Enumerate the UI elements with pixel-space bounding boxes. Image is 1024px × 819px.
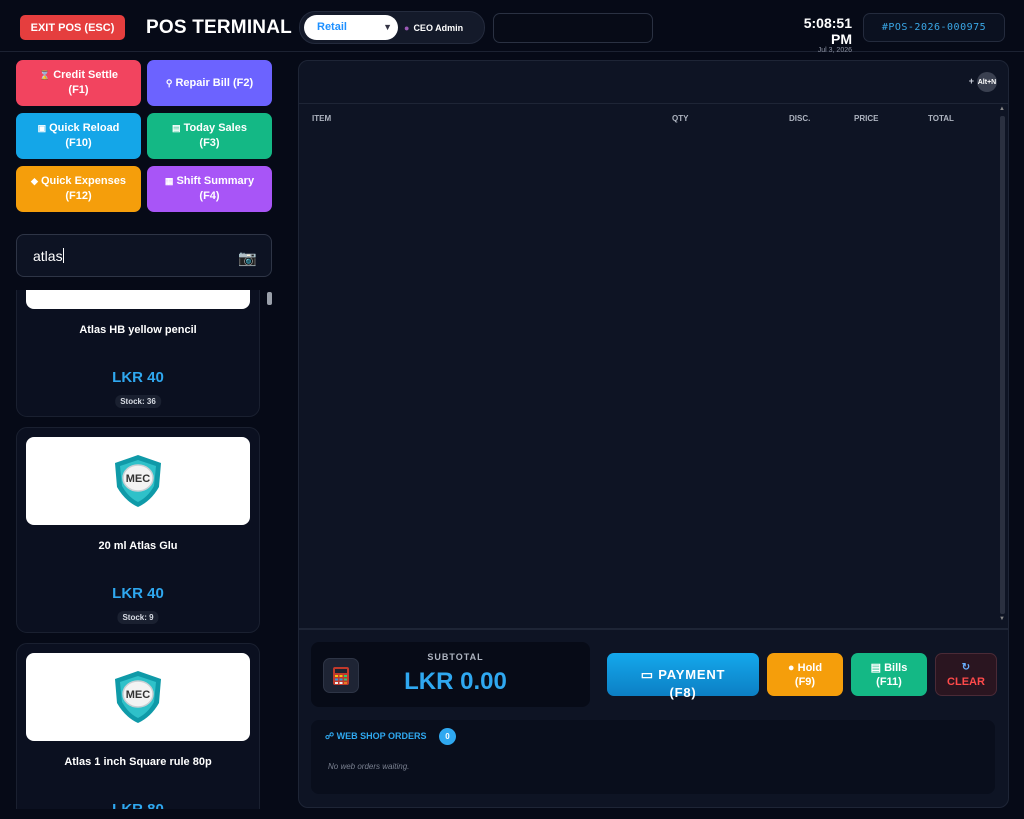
user-name: CEO Admin [413,22,464,33]
user-chip[interactable]: ● CEO Admin [404,18,463,37]
product-price: LKR 80 [17,801,259,809]
exit-pos-button[interactable]: EXIT POS (ESC) [20,15,125,40]
quick-expenses-label: Quick Expenses [40,175,126,187]
bills-icon: ▤ [870,661,882,674]
hold-icon: ● [787,661,795,674]
cart-icon: ☍ [325,731,335,741]
shift-summary-key: (F4) [199,190,220,202]
top-bar: EXIT POS (ESC) POS TERMINAL Retail ▼ ● C… [0,0,1024,54]
scroll-down-icon[interactable]: ▼ [999,616,1005,622]
product-price: LKR 40 [112,585,164,602]
credit-settle-key: (F1) [68,84,89,96]
scroll-up-icon[interactable]: ▲ [999,106,1005,112]
product-stock-badge: Stock: 36 [115,395,161,408]
product-name: Atlas HB yellow pencil [79,324,197,336]
column-header-disc: DISC. [789,114,811,123]
clipboard-icon: ▦ [164,176,174,186]
cart-panel: + Alt+N ITEM QTY DISC. PRICE TOTAL [298,60,1009,629]
money-icon: ◆ [31,176,38,186]
quick-expenses-button[interactable]: ◆ Quick Expenses (F12) [16,166,141,212]
text-caret [62,248,64,263]
credit-settle-label: Credit Settle [53,69,118,81]
cart-scrollbar[interactable]: ▲ ▼ [997,104,1008,626]
hourglass-icon: ⌛ [38,70,51,80]
clear-label: CLEAR [947,675,985,688]
product-card[interactable]: Atlas HB yellow pencil LKR 40 Stock: 36 [16,290,260,417]
column-header-total: TOTAL [928,114,954,123]
today-sales-key: (F3) [199,137,220,149]
web-shop-orders-panel: ☍ WEB SHOP ORDERS 0 No web orders waitin… [311,720,995,794]
today-sales-button[interactable]: ▤ Today Sales (F3) [147,113,272,159]
repair-bill-button[interactable]: ⚲ Repair Bill (F2) [147,60,272,106]
product-list: Atlas HB yellow pencil LKR 40 Stock: 36 … [16,290,273,809]
clear-button[interactable]: ↻ CLEAR [935,653,997,696]
bills-label: Bills [884,661,908,674]
product-image: MEC [26,437,250,525]
chevron-down-icon: ▼ [383,22,392,32]
chart-icon: ▤ [172,123,181,133]
web-orders-label: WEB SHOP ORDERS [336,731,427,741]
product-search-input[interactable]: atlas 📷 [16,234,272,277]
product-name: Atlas 1 inch Square rule 80p [64,756,212,768]
web-orders-count-badge: 0 [439,728,456,745]
payment-button[interactable]: ▭ PAYMENT (F8) [607,653,759,700]
product-price: LKR 40 [112,369,164,386]
clock-date: Jul 3, 2026 [817,47,852,54]
mode-user-group: Retail ▼ ● CEO Admin [299,11,485,44]
quick-reload-label: Quick Reload [49,122,120,134]
product-list-scrollbar[interactable] [267,292,272,305]
quick-expenses-key: (F12) [65,190,92,202]
product-card[interactable]: MEC Atlas 1 inch Square rule 80p LKR 80 [16,643,260,809]
hold-button[interactable]: ● Hold (F9) [767,653,843,696]
add-item-plus: + [968,76,974,86]
product-image [26,290,250,309]
hold-label: Hold [797,661,823,674]
refresh-icon: ↻ [961,661,971,673]
column-header-price: PRICE [854,114,879,123]
wrench-icon: ⚲ [165,77,173,88]
quick-reload-key: (F10) [65,137,92,149]
clock: 5:08:51 PM Jul 3, 2026 [779,15,852,54]
shift-summary-button[interactable]: ▦ Shift Summary (F4) [147,166,272,212]
mode-select-value: Retail [317,21,347,33]
bills-button[interactable]: ▤ Bills (F11) [851,653,927,696]
page-title: POS TERMINAL [146,17,292,38]
shift-summary-label: Shift Summary [176,175,255,187]
quick-reload-button[interactable]: ▣ Quick Reload (F10) [16,113,141,159]
clock-time: 5:08:51 PM [803,15,852,47]
subtotal-value: LKR 0.00 [404,668,507,695]
subtotal-box: SUBTOTAL LKR 0.00 [311,642,590,707]
scrollbar-track[interactable] [1000,116,1005,614]
camera-icon[interactable]: 📷 [238,249,257,267]
product-stock-badge: Stock: 9 [117,611,159,624]
add-item-button[interactable]: Alt+N [977,72,997,92]
product-image: MEC [26,653,250,741]
card-icon: ▭ [640,667,654,682]
search-value: atlas [33,248,63,264]
bills-key: (F11) [876,675,902,688]
column-header-qty: QTY [672,114,689,123]
payment-label: PAYMENT [658,667,726,682]
product-card[interactable]: MEC 20 ml Atlas Glu LKR 40 Stock: 9 [16,427,260,633]
mec-logo-text: MEC [126,473,151,485]
product-name: 20 ml Atlas Glu [98,540,178,552]
invoice-number: #POS-2026-000975 [863,13,1005,42]
customer-input[interactable] [493,13,653,43]
user-icon: ● [404,22,410,33]
mec-logo-text: MEC [126,689,151,701]
hold-key: (F9) [794,675,816,688]
mec-logo-icon: MEC [115,455,161,507]
payment-key: (F8) [669,685,697,700]
repair-bill-label: Repair Bill (F2) [175,76,254,89]
cart-toolbar: + Alt+N [299,61,1008,104]
mode-select[interactable]: Retail ▼ [304,15,398,40]
mec-logo-icon: MEC [115,671,161,723]
subtotal-label: SUBTOTAL [427,652,484,662]
web-orders-empty-text: No web orders waiting. [328,762,410,771]
phone-icon: ▣ [37,123,47,133]
column-header-item: ITEM [312,114,332,123]
today-sales-label: Today Sales [183,122,247,134]
credit-settle-button[interactable]: ⌛ Credit Settle (F1) [16,60,141,106]
